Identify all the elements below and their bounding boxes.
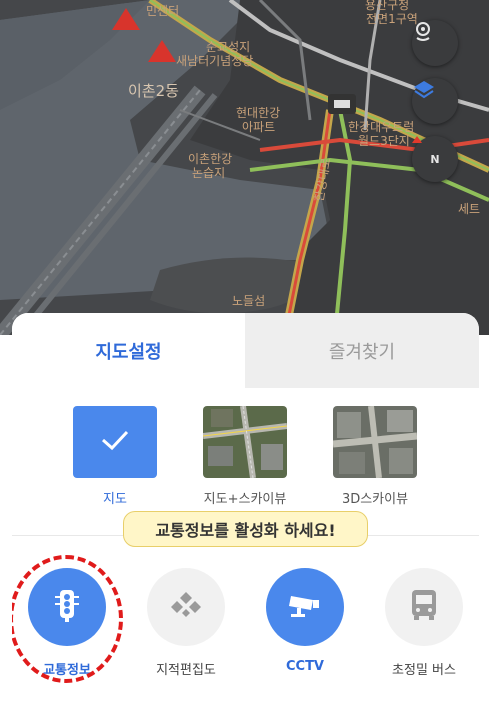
layer-bus[interactable]: 초정밀 버스 [369, 568, 479, 678]
map-type-label: 지도 [103, 492, 127, 507]
tab-favorites[interactable]: 즐겨찾기 [245, 313, 479, 388]
layer-cctv[interactable]: CCTV [250, 568, 360, 674]
map-type-skyview[interactable]: 지도+스카이뷰 [195, 406, 295, 507]
traffic-tooltip: 교통정보를 활성화 하세요! [123, 511, 368, 547]
map-type-thumb [333, 406, 417, 478]
location-button[interactable] [412, 20, 458, 66]
map-settings-sheet: 지도설정 즐겨찾기 지도 지도+스카이뷰 3D스카이뷰 교통정보를 활성화 하세… [12, 313, 479, 707]
tab-bar: 지도설정 즐겨찾기 [12, 313, 479, 388]
layer-label: 지적편집도 [156, 663, 216, 678]
compass-icon: N [412, 136, 440, 166]
layer-circle [147, 568, 225, 646]
map-label: 아파트 [242, 120, 276, 134]
map-label: 전면1구역 [366, 12, 418, 26]
layer-circle [385, 568, 463, 646]
bus-icon [409, 588, 439, 626]
map-label: 노들섬 [232, 294, 266, 308]
map-label: 논습지 [192, 166, 226, 180]
traffic-highlight-ring [12, 555, 123, 683]
map-label: 세트 [458, 202, 481, 216]
tab-map-settings[interactable]: 지도설정 [12, 313, 245, 388]
map-label: 월드3단지 [358, 134, 410, 148]
map-type-label: 지도+스카이뷰 [203, 492, 287, 507]
checkmark-icon [100, 429, 130, 455]
layer-label: CCTV [285, 659, 324, 674]
map-type-thumb [203, 406, 287, 478]
compass-north-label: N [430, 152, 440, 166]
cadastral-icon [168, 590, 204, 624]
map-type-basic[interactable]: 지도 [65, 406, 165, 507]
map-view[interactable]: 용산구청 전면1구역 민센터 순교성지 새남터기념성당 이촌2동 현대한강 아파… [0, 0, 489, 335]
map-type-thumb [73, 406, 157, 478]
layer-circle [266, 568, 344, 646]
map-type-3d-skyview[interactable]: 3D스카이뷰 [325, 406, 425, 507]
map-type-label: 3D스카이뷰 [341, 492, 409, 507]
map-label: 이촌2동 [128, 82, 179, 100]
map-label: 새남터기념성당 [176, 54, 254, 68]
layer-label: 초정밀 버스 [392, 663, 456, 678]
map-label: 민센터 [146, 4, 180, 18]
layer-cadastral[interactable]: 지적편집도 [131, 568, 241, 678]
cctv-camera-icon [287, 590, 323, 624]
compass-button[interactable]: N [412, 136, 458, 182]
layers-button[interactable] [412, 78, 458, 124]
